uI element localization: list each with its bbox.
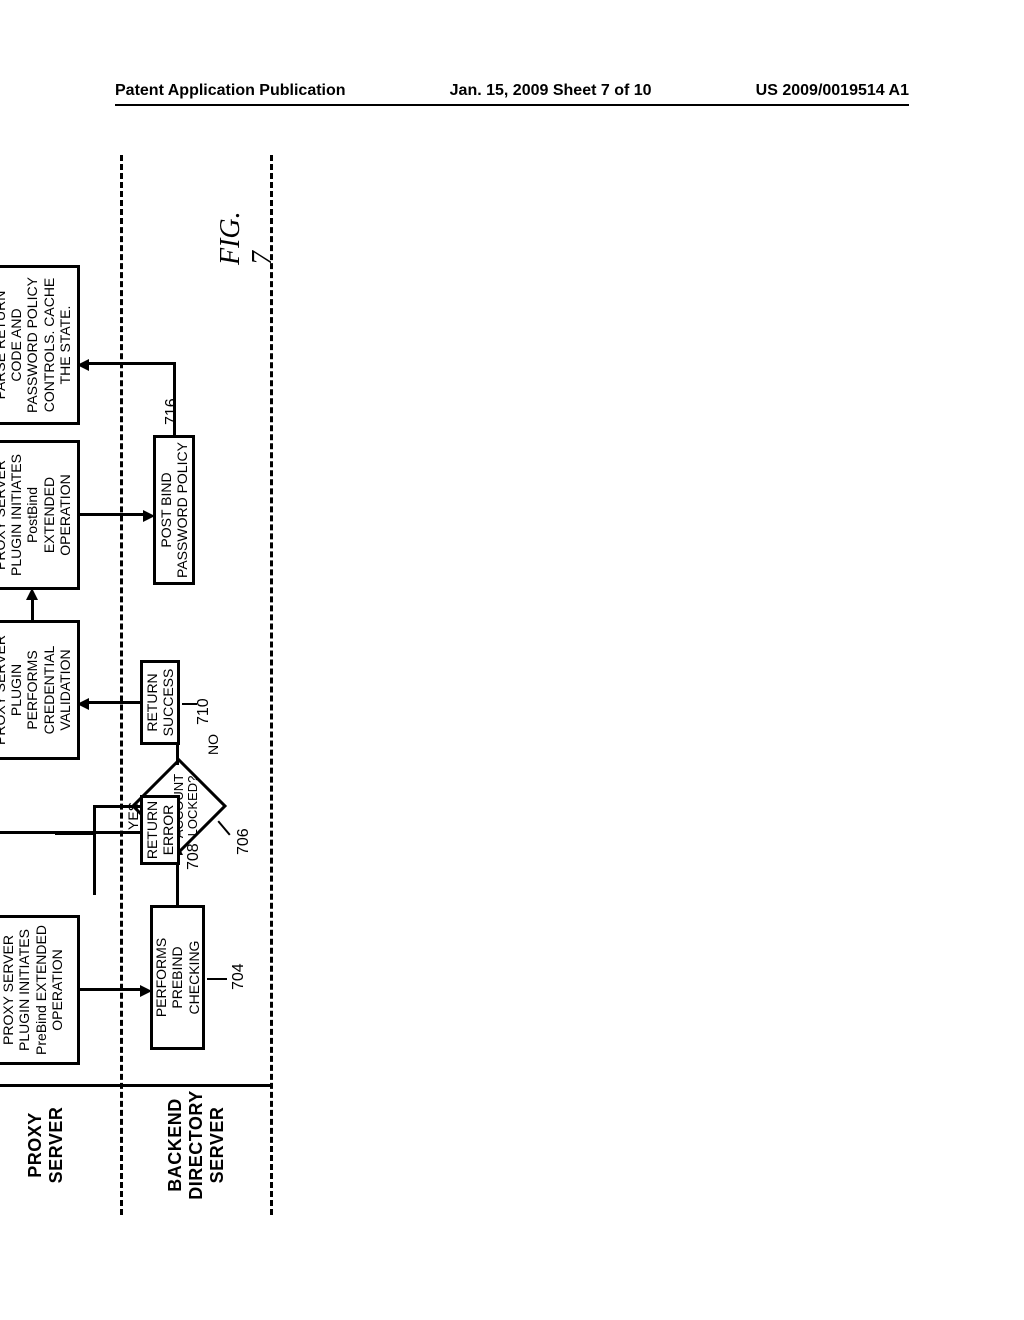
header-rule (115, 104, 909, 106)
header-right: US 2009/0019514 A1 (756, 82, 909, 100)
arrow-714-716 (80, 513, 148, 516)
box-716: POST BIND PASSWORD POLICY (153, 435, 195, 585)
box-712: PROXY SERVER PLUGIN PERFORMS CREDENTIAL … (0, 620, 80, 760)
header-left: Patent Application Publication (115, 82, 346, 100)
box-716-text: POST BIND PASSWORD POLICY (158, 442, 190, 578)
label-separator (0, 1084, 270, 1087)
box-704-text: PERFORMS PREBIND CHECKING (153, 912, 201, 1043)
ref-710: 710 (195, 698, 213, 725)
box-712-text: PROXY SERVER PLUGIN PERFORMS CREDENTIAL … (0, 627, 73, 753)
box-710: RETURN SUCCESS (140, 660, 180, 745)
arrow-706-708v (95, 805, 140, 808)
label-no: NO (205, 734, 221, 755)
box-714-text: PROXY SERVER PLUGIN INITIATES PostBind E… (0, 447, 73, 583)
ref-708: 708 (185, 843, 203, 870)
lane-proxy-label: PROXY SERVER (25, 1095, 67, 1195)
lead-710 (182, 703, 197, 705)
dash-proxy-backend (120, 155, 123, 1215)
diagram: CLIENT PROXY SERVER BACKEND DIRECTORY SE… (0, 295, 1024, 1065)
dash-bottom (270, 155, 273, 1215)
box-704: PERFORMS PREBIND CHECKING (150, 905, 205, 1050)
box-702-text: PROXY SERVER PLUGIN INITIATES PreBind EX… (0, 922, 64, 1058)
arrow-708-720 (0, 831, 140, 834)
arrow-716-718h (173, 362, 176, 435)
ref-704: 704 (230, 963, 248, 990)
box-718-text: PARSE RETURN CODE AND PASSWORD POLICY CO… (0, 272, 73, 418)
arrow-706-708h (93, 805, 96, 895)
ref-706: 706 (235, 828, 253, 855)
header-center: Jan. 15, 2009 Sheet 7 of 10 (450, 82, 652, 100)
box-714: PROXY SERVER PLUGIN INITIATES PostBind E… (0, 440, 80, 590)
lead-704 (207, 978, 227, 980)
arrow-710-712 (85, 701, 140, 704)
lane-backend-label: BACKEND DIRECTORY SERVER (165, 1085, 228, 1205)
lead-706 (217, 820, 230, 835)
figure-label: FIG. 7 (215, 211, 279, 265)
arrow-716-718v (85, 362, 175, 365)
box-710-text: RETURN SUCCESS (144, 667, 176, 738)
box-708-text: RETURN ERROR (144, 801, 176, 859)
box-718: PARSE RETURN CODE AND PASSWORD POLICY CO… (0, 265, 80, 425)
ref-716: 716 (163, 398, 181, 425)
box-702: PROXY SERVER PLUGIN INITIATES PreBind EX… (0, 915, 80, 1065)
arrow-702-704 (80, 988, 145, 991)
box-708: RETURN ERROR (140, 795, 180, 865)
page-header: Patent Application Publication Jan. 15, … (0, 82, 1024, 100)
